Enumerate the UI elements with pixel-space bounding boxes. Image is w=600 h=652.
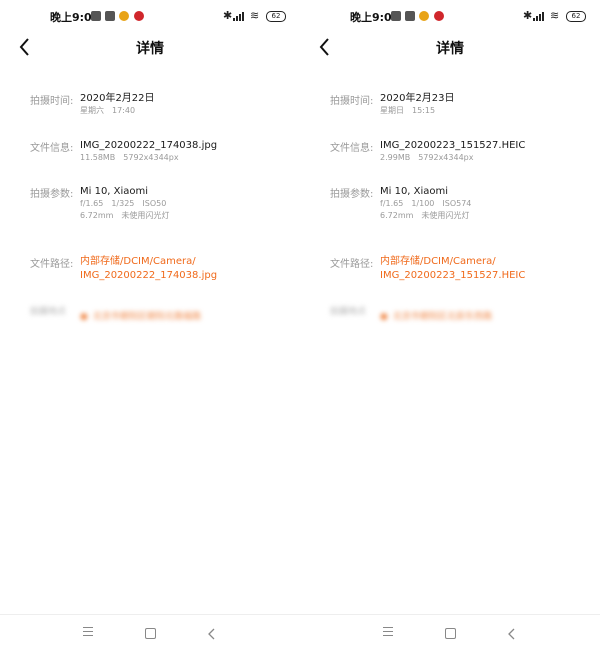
menu-icon[interactable] — [83, 627, 93, 639]
file-info-label: 文件信息: — [330, 143, 374, 154]
title-bar: 详情 — [300, 36, 600, 60]
back-chevron-icon[interactable] — [208, 625, 216, 644]
home-square-icon[interactable] — [445, 628, 456, 639]
notification-icon — [105, 11, 115, 21]
title-bar: 详情 — [0, 36, 300, 60]
device-name: Mi 10, Xiaomi — [80, 186, 149, 197]
battery-indicator: 62 — [566, 11, 586, 22]
home-square-icon[interactable] — [145, 628, 156, 639]
detail-screen-right: 晚上9:01 ✱ ≋ 62 详情 拍摄时间: 2020年2月23日 星期日 15:… — [300, 0, 600, 651]
location-value[interactable]: 北京市朝阳区朝阳北路福路 — [93, 312, 201, 322]
file-path-line1[interactable]: 内部存储/DCIM/Camera/ — [380, 255, 525, 269]
flash-status: 未使用闪光灯 — [421, 211, 470, 220]
device-name: Mi 10, Xiaomi — [380, 186, 449, 197]
capture-date: 2020年2月23日 — [380, 93, 455, 104]
file-path-label: 文件路径: — [30, 259, 74, 270]
file-size: 11.58MB — [80, 153, 116, 162]
location-value[interactable]: 北京市朝阳区北辰东西路 — [393, 312, 492, 322]
iso: ISO50 — [142, 199, 167, 208]
page-title: 详情 — [136, 41, 164, 57]
file-path-line1[interactable]: 内部存储/DCIM/Camera/ — [80, 255, 217, 269]
params-label: 拍摄参数: — [30, 189, 74, 200]
file-path-line2[interactable]: IMG_20200223_151527.HEIC — [380, 269, 525, 283]
capture-weekday: 星期六 — [80, 106, 104, 115]
notification-icon — [405, 11, 415, 21]
notification-icon — [119, 11, 129, 21]
file-path-label: 文件路径: — [330, 259, 374, 270]
flash-status: 未使用闪光灯 — [121, 211, 170, 220]
capture-clock: 17:40 — [112, 106, 136, 115]
battery-indicator: 62 — [266, 11, 286, 22]
location-label: 拍摄地点 — [30, 307, 67, 317]
location-pin-icon: ● — [380, 312, 388, 322]
location-pin-icon: ● — [80, 312, 88, 322]
signal-icon — [233, 11, 246, 21]
file-size: 2.99MB — [380, 153, 411, 162]
notification-icon — [91, 11, 101, 21]
aperture: f/1.65 — [380, 199, 404, 208]
iso: ISO574 — [442, 199, 472, 208]
capture-time-label: 拍摄时间: — [330, 96, 374, 107]
capture-clock: 15:15 — [412, 106, 436, 115]
file-info-label: 文件信息: — [30, 143, 74, 154]
page-title: 详情 — [436, 41, 464, 57]
file-path-line2[interactable]: IMG_20200222_174038.jpg — [80, 269, 217, 283]
signal-icon — [533, 11, 546, 21]
shutter: 1/325 — [111, 199, 135, 208]
location-label: 拍摄地点 — [330, 307, 367, 317]
bluetooth-icon: ✱ — [523, 9, 533, 22]
capture-date: 2020年2月22日 — [80, 93, 155, 104]
notification-icon — [391, 11, 401, 21]
params-label: 拍摄参数: — [330, 189, 374, 200]
detail-screen-left: 晚上9:01 ✱ ≋ 62 详情 拍摄时间: 2020年2月22日 星期六 17:… — [0, 0, 300, 651]
notification-icon — [434, 11, 444, 21]
shutter: 1/100 — [411, 199, 435, 208]
wifi-icon: ≋ — [250, 9, 260, 22]
bluetooth-icon: ✱ — [223, 9, 233, 22]
notification-icon — [134, 11, 144, 21]
file-name: IMG_20200222_174038.jpg — [80, 140, 218, 151]
status-bar: 晚上9:01 ✱ ≋ 62 — [0, 0, 300, 34]
capture-time-label: 拍摄时间: — [30, 96, 74, 107]
navigation-bar — [300, 614, 600, 652]
focal-length: 6.72mm — [380, 211, 414, 220]
navigation-bar — [0, 614, 300, 652]
back-chevron-icon[interactable] — [508, 625, 516, 644]
file-name: IMG_20200223_151527.HEIC — [380, 140, 526, 151]
focal-length: 6.72mm — [80, 211, 114, 220]
menu-icon[interactable] — [383, 627, 393, 639]
file-resolution: 5792x4344px — [418, 153, 474, 162]
status-bar: 晚上9:01 ✱ ≋ 62 — [300, 0, 600, 34]
notification-icon — [419, 11, 429, 21]
wifi-icon: ≋ — [550, 9, 560, 22]
capture-weekday: 星期日 — [380, 106, 404, 115]
aperture: f/1.65 — [80, 199, 104, 208]
file-resolution: 5792x4344px — [123, 153, 179, 162]
